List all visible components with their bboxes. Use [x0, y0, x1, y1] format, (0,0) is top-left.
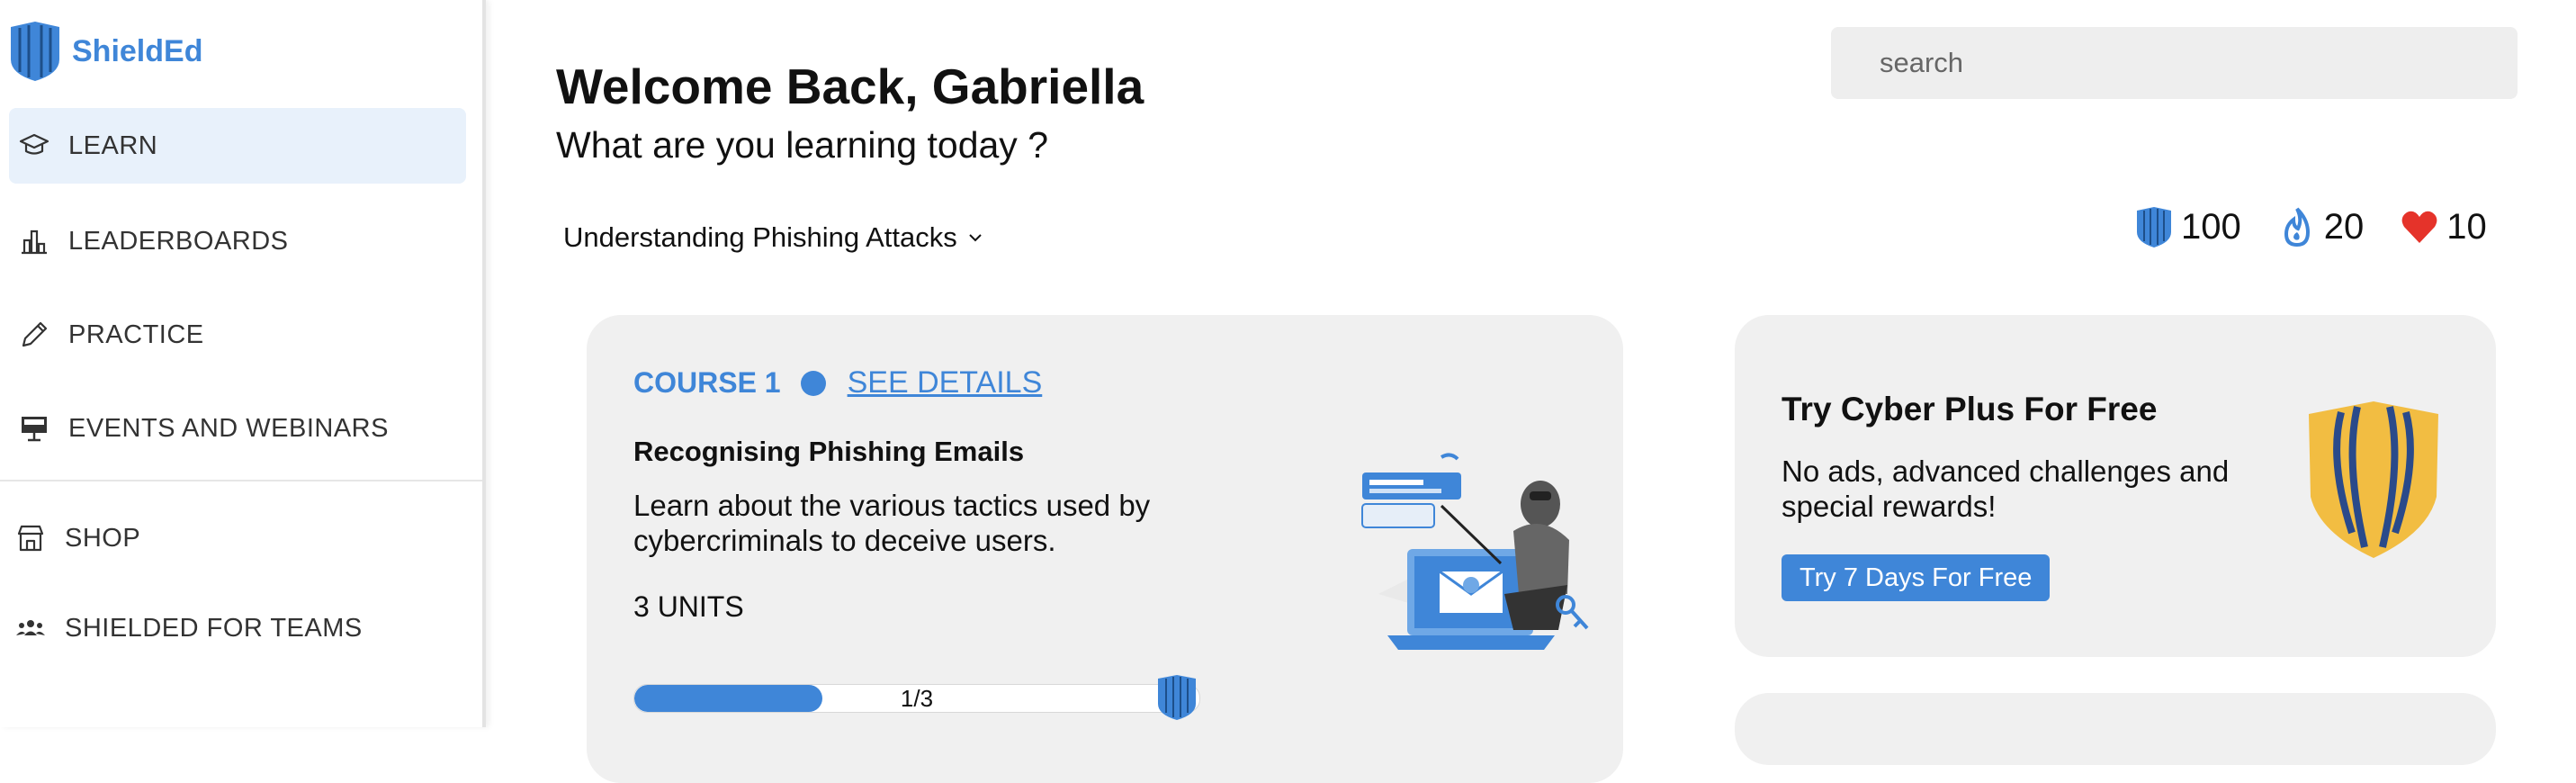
streak-stat[interactable]: 20 — [2277, 205, 2365, 248]
presentation-board-icon — [16, 413, 52, 444]
shield-icon — [2137, 207, 2171, 248]
lives-stat[interactable]: 10 — [2400, 205, 2487, 248]
course-description: Learn about the various tactics used by … — [633, 489, 1151, 557]
shield-icon — [11, 22, 59, 81]
course-dropdown-label: Understanding Phishing Attacks — [563, 221, 957, 253]
user-stats: 100 20 10 — [2134, 200, 2487, 254]
sidebar-divider — [0, 480, 482, 482]
promo-card: Try Cyber Plus For Free No ads, advanced… — [1735, 315, 2496, 657]
course-units: 3 UNITS — [633, 590, 744, 623]
promo-title: Try Cyber Plus For Free — [1782, 391, 2158, 428]
sidebar-item-label: EVENTS AND WEBINARS — [68, 413, 389, 443]
brand-name: ShieldEd — [72, 33, 203, 68]
progress-text: 1/3 — [900, 685, 934, 712]
course-number: COURSE 1 — [633, 366, 781, 399]
sidebar-item-practice[interactable]: PRACTICE — [9, 297, 466, 373]
sidebar-item-shielded-for-teams[interactable]: SHIELDED FOR TEAMS — [5, 590, 462, 666]
gold-shield-icon — [2309, 401, 2438, 558]
sidebar-item-leaderboards[interactable]: LEADERBOARDS — [9, 203, 466, 279]
next-card — [1735, 693, 2496, 765]
sidebar-item-label: LEADERBOARDS — [68, 226, 289, 256]
brand-logo[interactable]: ShieldEd — [7, 20, 202, 83]
sidebar-item-label: LEARN — [68, 130, 158, 160]
store-icon — [13, 523, 49, 554]
pencil-icon — [16, 320, 52, 350]
lives-value: 10 — [2446, 206, 2487, 247]
team-icon — [13, 613, 49, 644]
page-title: Welcome Back, Gabriella — [556, 58, 1144, 114]
search-input[interactable] — [1831, 27, 2518, 99]
phishing-hacker-illustration — [1361, 453, 1589, 650]
chevron-down-icon — [969, 234, 982, 242]
shield-points-stat[interactable]: 100 — [2134, 205, 2241, 248]
separator-dot — [800, 370, 826, 396]
shield-icon — [1158, 675, 1196, 720]
free-trial-button[interactable]: Try 7 Days For Free — [1782, 554, 2051, 601]
sidebar-item-label: SHIELDED FOR TEAMS — [65, 613, 363, 643]
course-header: COURSE 1 SEE DETAILS — [633, 365, 1042, 400]
shield-points-value: 100 — [2181, 206, 2241, 247]
promo-description: No ads, advanced challenges and special … — [1782, 454, 2230, 523]
streak-value: 20 — [2323, 206, 2365, 247]
page-subtitle: What are you learning today ? — [556, 124, 1048, 166]
course-dropdown[interactable]: Understanding Phishing Attacks — [563, 221, 984, 254]
course-progress-bar: 1/3 — [633, 684, 1200, 713]
bar-chart-icon — [16, 226, 52, 256]
see-details-link[interactable]: SEE DETAILS — [848, 365, 1043, 400]
course-card[interactable]: COURSE 1 SEE DETAILS Recognising Phishin… — [587, 315, 1623, 783]
sidebar-item-learn[interactable]: LEARN — [9, 108, 466, 184]
sidebar: ShieldEd LEARN LEADERBOARDS PRACTICE EVE… — [0, 0, 486, 727]
sidebar-item-label: PRACTICE — [68, 320, 204, 349]
sidebar-item-label: SHOP — [65, 523, 141, 553]
sidebar-item-events[interactable]: EVENTS AND WEBINARS — [9, 391, 466, 466]
sidebar-item-shop[interactable]: SHOP — [5, 500, 462, 576]
course-title: Recognising Phishing Emails — [633, 436, 1025, 467]
flame-icon — [2284, 207, 2310, 248]
graduation-cap-icon — [16, 130, 52, 161]
heart-icon — [2401, 211, 2437, 243]
